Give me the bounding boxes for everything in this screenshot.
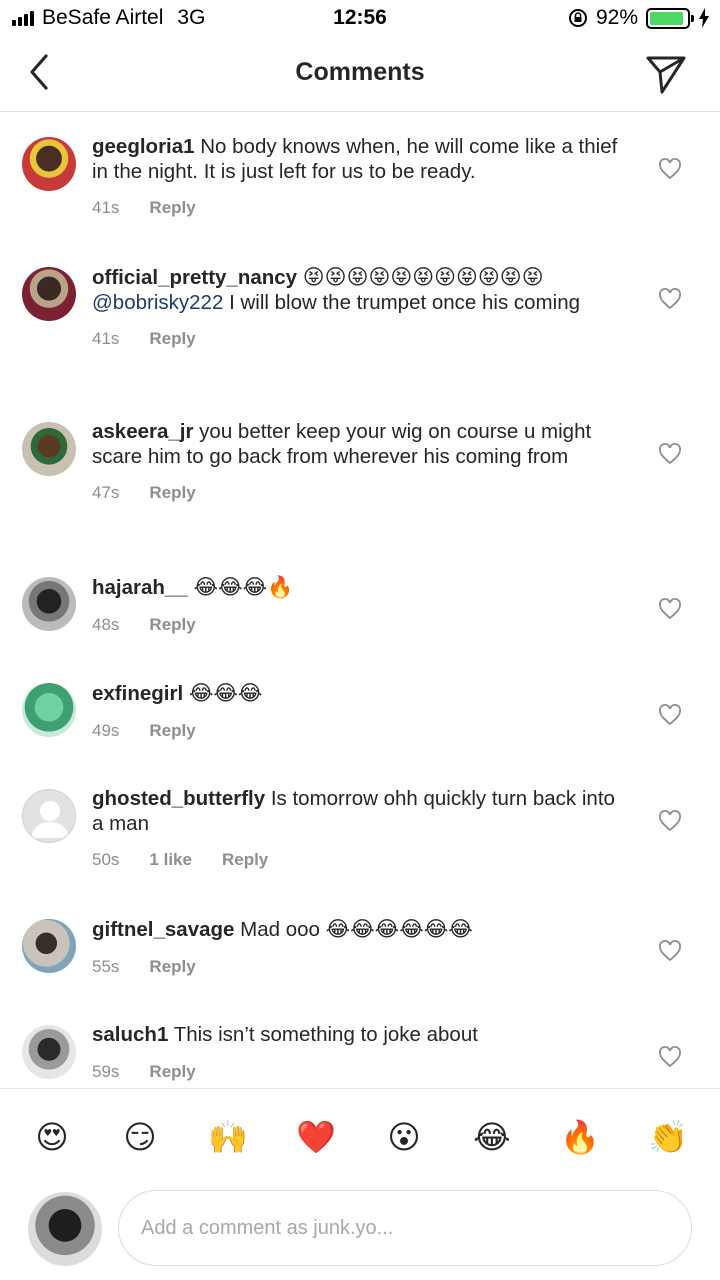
comment-body: hajarah__ 😂😂😂🔥 48s Reply [92,575,632,637]
avatar[interactable] [22,919,76,973]
heart-eyes-emoji[interactable]: 😍 [30,1115,74,1159]
avatar[interactable] [22,577,76,631]
avatar[interactable] [22,422,76,476]
battery-fill [650,11,684,25]
comment-meta: 41s Reply [92,327,632,352]
default-avatar-icon [31,801,69,838]
open-mouth-emoji[interactable]: 😮 [382,1115,426,1159]
comment-mention[interactable]: @bobrisky222 [92,291,223,314]
comment-emojis: 😂😂😂😂😂😂 [325,917,473,941]
heart-icon[interactable] [658,940,682,962]
comment-meta: 50s 1 like Reply [92,848,632,873]
heart-icon[interactable] [658,704,682,726]
comment-emojis: 😂😂😂🔥 [193,575,294,599]
comment-meta: 55s Reply [92,955,632,980]
comment-meta: 59s Reply [92,1060,632,1085]
header: Comments [0,38,720,112]
avatar[interactable] [28,1192,102,1266]
paper-plane-icon[interactable] [644,52,688,96]
comment-time: 49s [92,720,120,740]
page-title: Comments [295,58,425,86]
red-heart-emoji[interactable]: ❤️ [294,1115,338,1159]
avatar[interactable] [22,683,76,737]
comment-body: saluch1 This isn’t something to joke abo… [92,1023,632,1084]
status-bar: BeSafe Airtel 3G 12:56 92% [0,0,720,38]
comment-time: 48s [92,614,120,634]
comment-username[interactable]: exfinegirl [92,682,183,705]
orientation-lock-icon [568,9,587,27]
comment-time: 41s [92,198,120,217]
reply-button[interactable]: Reply [222,848,268,873]
comment-meta: 49s Reply [92,719,632,744]
comment-meta: 48s Reply [92,613,632,638]
comment-body: official_pretty_nancy 😝😝😝😝😝😝😝😝😝😝😝 @bobri… [92,265,632,352]
comment-text: Mad ooo [240,918,320,941]
comment-text: I will blow the trumpet once his coming [229,290,580,314]
comment-emojis: 😂😂😂 [188,681,263,705]
avatar[interactable] [22,137,76,191]
comment-time: 47s [92,483,120,502]
comment-body: exfinegirl 😂😂😂 49s Reply [92,681,632,743]
comment-composer [0,1184,720,1280]
reply-button[interactable]: Reply [149,327,195,352]
battery-percent: 92% [595,6,638,29]
comment-text: This isn’t something to joke about [173,1023,478,1046]
comment-time: 50s [92,850,120,869]
comment-emojis: 😝😝😝😝😝😝😝😝😝😝😝 [302,265,544,289]
comment-body: ghosted_butterfly Is tomorrow ohh quickl… [92,787,632,873]
status-right: 92% [568,6,710,30]
fire-emoji[interactable]: 🔥 [558,1115,602,1159]
comment-username[interactable]: ghosted_butterfly [92,787,265,810]
heart-icon[interactable] [658,598,682,620]
charging-icon [699,8,709,28]
comment-username[interactable]: giftnel_savage [92,918,234,941]
comment-time: 41s [92,329,120,348]
heart-icon[interactable] [658,158,682,180]
comment-username[interactable]: geegloria1 [92,135,195,158]
comment-meta: 47s Reply [92,481,632,506]
comment-username[interactable]: saluch1 [92,1023,168,1046]
comment-time: 59s [92,1061,120,1081]
reply-button[interactable]: Reply [149,613,195,638]
reply-button[interactable]: Reply [149,1060,195,1085]
reply-button[interactable]: Reply [149,481,195,506]
heart-icon[interactable] [658,288,682,310]
comment-body: giftnel_savage Mad ooo 😂😂😂😂😂😂 55s Reply [92,917,632,979]
reply-button[interactable]: Reply [149,196,195,221]
comment-body: askeera_jr you better keep your wig on c… [92,420,632,506]
battery-icon [646,7,694,29]
comment-meta: 41s Reply [92,196,632,221]
raised-hands-emoji[interactable]: 🙌 [206,1115,250,1159]
comment-username[interactable]: official_pretty_nancy [92,266,297,289]
avatar[interactable] [22,789,76,843]
comment-username[interactable]: askeera_jr [92,420,193,443]
emoji-bar: 😍 😏 🙌 ❤️ 😮 😂 🔥 👏 [0,1088,720,1184]
comment-body: geegloria1 No body knows when, he will c… [92,135,632,221]
comment-username[interactable]: hajarah__ [92,576,188,599]
tears-of-joy-emoji[interactable]: 😂 [470,1115,514,1159]
heart-icon[interactable] [658,443,682,465]
avatar[interactable] [22,1025,76,1079]
likes-count[interactable]: 1 like [149,848,192,873]
smirk-emoji[interactable]: 😏 [118,1115,162,1159]
heart-icon[interactable] [658,1046,682,1068]
reply-button[interactable]: Reply [149,719,195,744]
comments-list[interactable]: geegloria1 No body knows when, he will c… [0,113,720,1088]
heart-icon[interactable] [658,810,682,832]
avatar[interactable] [22,267,76,321]
reply-button[interactable]: Reply [149,955,195,980]
clapping-emoji[interactable]: 👏 [646,1115,690,1159]
comment-time: 55s [92,956,120,976]
comment-input[interactable] [118,1190,692,1266]
